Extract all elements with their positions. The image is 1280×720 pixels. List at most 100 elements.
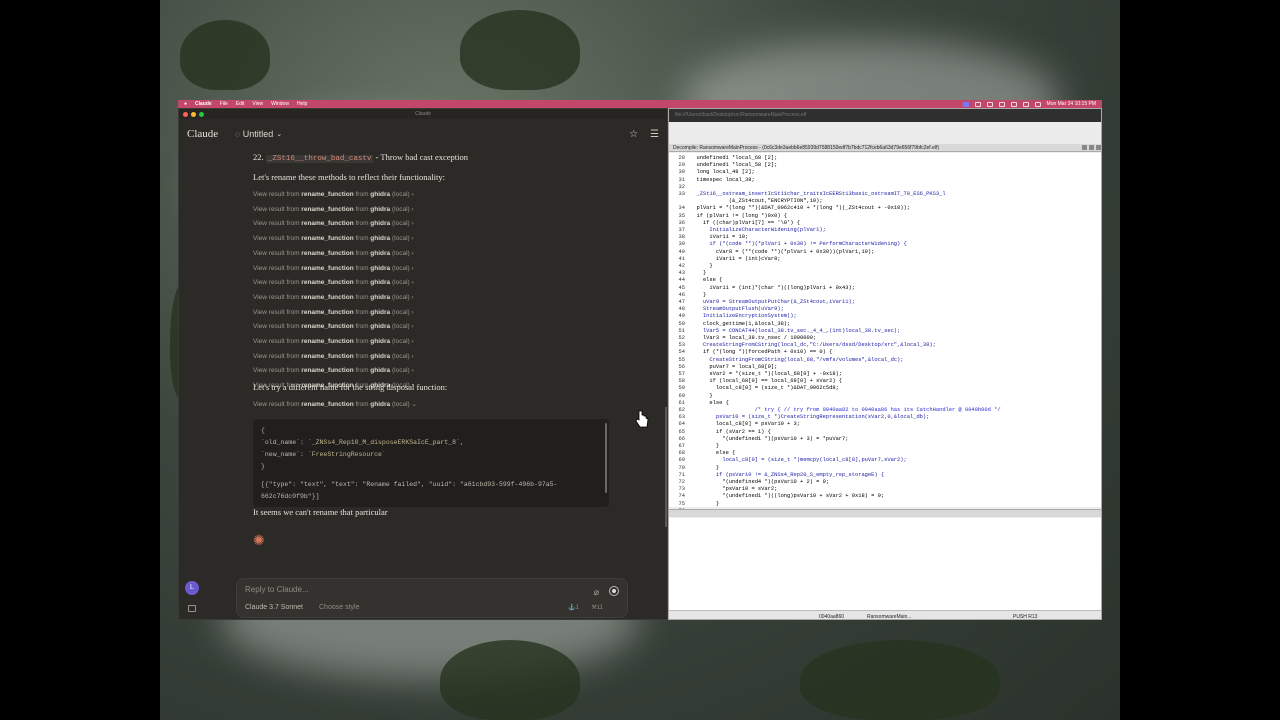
view-result-row[interactable]: View result from rename_function from gh… bbox=[253, 265, 414, 272]
code-line[interactable]: local_c8[0] = (size_t *)&DAT_0062c5d8; bbox=[690, 385, 839, 392]
tools-badge[interactable]: ⚒11 bbox=[591, 604, 603, 611]
settings-sliders-icon[interactable]: ☰ bbox=[650, 129, 659, 140]
code-line[interactable]: InitializeEncryptionSystem(); bbox=[690, 313, 797, 320]
menu-view[interactable]: View bbox=[252, 101, 263, 107]
code-line[interactable]: *(undefined4 *)(psVar10 + 2) = 0; bbox=[690, 479, 829, 486]
view-result-row[interactable]: View result from rename_function from gh… bbox=[253, 367, 414, 374]
paperclip-icon[interactable]: ⌀ bbox=[594, 587, 599, 598]
code-line[interactable]: uVar9 = StreamOutputPutChar(&_ZSt4cout,i… bbox=[690, 299, 855, 306]
view-result-row[interactable]: View result from rename_function from gh… bbox=[253, 309, 414, 316]
code-line[interactable]: else { bbox=[690, 277, 722, 284]
code-line[interactable]: long local_48 [2]; bbox=[690, 169, 754, 176]
code-line[interactable]: } bbox=[690, 393, 712, 400]
copy-icon[interactable] bbox=[1082, 145, 1087, 150]
sidebar-toggle-icon[interactable] bbox=[188, 605, 196, 612]
code-line[interactable]: puVar7 = local_68[0]; bbox=[690, 364, 777, 371]
code-line[interactable]: undefined1 *local_68 [2]; bbox=[690, 155, 777, 162]
code-line[interactable]: else { bbox=[690, 450, 735, 457]
view-result-row[interactable]: View result from rename_function from gh… bbox=[253, 338, 414, 345]
code-line[interactable]: if (local_68[0] == local_68[0] + sVar2) … bbox=[690, 378, 842, 385]
code-line[interactable]: StreamOutputFlush(uVar9); bbox=[690, 306, 784, 313]
menu-help[interactable]: Help bbox=[297, 101, 307, 107]
screen-record-icon[interactable] bbox=[962, 101, 969, 107]
code-line[interactable]: *psVar10 = sVar2; bbox=[690, 486, 777, 493]
avatar[interactable]: L bbox=[185, 581, 199, 595]
code-line[interactable]: local_c8[0] = psVar10 + 3; bbox=[690, 421, 800, 428]
code-line[interactable]: undefined1 *local_58 [2]; bbox=[690, 162, 777, 169]
code-line[interactable]: } bbox=[690, 263, 712, 270]
search-icon[interactable] bbox=[1022, 101, 1029, 107]
display-icon[interactable] bbox=[974, 101, 981, 107]
code-line[interactable]: local_c8[0] = (size_t *)memcpy(local_c8[… bbox=[690, 457, 906, 464]
view-result-row[interactable]: View result from rename_function from gh… bbox=[253, 353, 414, 360]
code-line[interactable]: *(undefined1 *)((long)psVar10 + sVar2 + … bbox=[690, 493, 884, 500]
conversation-title-button[interactable]: ◌ Untitled ⌄ bbox=[235, 129, 282, 139]
bluetooth-icon[interactable] bbox=[998, 101, 1005, 107]
close-panel-icon[interactable] bbox=[1096, 145, 1101, 150]
code-line[interactable]: iVar11 = (int)cVar8; bbox=[690, 256, 781, 263]
view-result-row[interactable]: View result from rename_function from gh… bbox=[253, 206, 414, 213]
view-result-row[interactable]: View result from rename_function from gh… bbox=[253, 220, 414, 227]
code-line[interactable]: if (*(long *)(forcedPath + 0x10) == 0) { bbox=[690, 349, 832, 356]
send-button[interactable] bbox=[609, 586, 619, 596]
code-line[interactable]: InitializeCharacterWidening(plVar1); bbox=[690, 227, 825, 234]
chat-scrollbar[interactable] bbox=[665, 407, 667, 527]
control-center-icon[interactable] bbox=[1034, 101, 1041, 107]
code-line[interactable]: lVar3 = local_38.tv_nsec / 1000000; bbox=[690, 335, 816, 342]
view-result-row[interactable]: View result from rename_function from gh… bbox=[253, 323, 414, 330]
code-line[interactable]: else { bbox=[690, 400, 728, 407]
code-line[interactable]: if (plVar1 != (long *)0x0) { bbox=[690, 213, 787, 220]
menu-clock[interactable]: Mon Mar 24 10:15 PM bbox=[1047, 101, 1096, 107]
refresh-icon[interactable] bbox=[1089, 145, 1094, 150]
style-selector[interactable]: Choose style bbox=[319, 604, 359, 611]
apple-menu-icon[interactable]: ● bbox=[184, 101, 187, 107]
code-line[interactable]: if (*(code **)(*plVar1 + 0x30) != Perfor… bbox=[690, 241, 906, 248]
menu-file[interactable]: File bbox=[220, 101, 228, 107]
code-line[interactable]: (&_ZSt4cout,"ENCRYPTION",10); bbox=[690, 198, 823, 205]
tool-count-badge[interactable]: ⚓1 bbox=[568, 604, 579, 611]
code-line[interactable]: } bbox=[690, 443, 719, 450]
decompiler-code-view[interactable]: 28 undefined1 *local_68 [2]; 29 undefined… bbox=[669, 153, 1101, 514]
code-line[interactable]: iVar11 = 10; bbox=[690, 234, 748, 241]
code-line[interactable]: } bbox=[690, 292, 706, 299]
claude-logo[interactable]: Claude bbox=[187, 128, 235, 140]
view-result-row[interactable]: View result from rename_function from gh… bbox=[253, 279, 414, 286]
code-line[interactable]: lVar5 = CONCAT44(local_38.tv_sec._4_4_,(… bbox=[690, 328, 900, 335]
reply-box[interactable]: Reply to Claude... ⌀ Claude 3.7 Sonnet C… bbox=[236, 578, 628, 618]
code-line[interactable]: plVar1 = *(long **)(&DAT_0062c410 + *(lo… bbox=[690, 205, 910, 212]
tool-call-code-block[interactable]: { `old_name`: `_ZNSs4_Rep10_M_disposeERK… bbox=[253, 419, 609, 507]
code-line[interactable]: timespec local_38; bbox=[690, 177, 754, 184]
code-line[interactable]: if (sVar2 == 1) { bbox=[690, 429, 771, 436]
menu-app[interactable]: Claude bbox=[195, 101, 212, 107]
reply-input[interactable]: Reply to Claude... bbox=[245, 585, 309, 594]
code-line[interactable]: if (psVar10 != &_ZNSs4_Rep20_S_empty_rep… bbox=[690, 472, 884, 479]
claude-titlebar: Claude bbox=[179, 109, 667, 119]
battery-icon[interactable] bbox=[986, 101, 993, 107]
wifi-icon[interactable] bbox=[1010, 101, 1017, 107]
view-result-row[interactable]: View result from rename_function from gh… bbox=[253, 235, 414, 242]
code-line[interactable]: iVar11 = (int)*(char *)((long)plVar1 + 0… bbox=[690, 285, 855, 292]
code-line[interactable]: CreateStringFromCString(local_68,"/vmfs/… bbox=[690, 357, 903, 364]
code-line[interactable]: CreateStringFromCString(local_dc,"C:/Use… bbox=[690, 342, 936, 349]
menu-window[interactable]: Window bbox=[271, 101, 289, 107]
code-line[interactable]: *(undefined1 *)(psVar10 + 3) = *puVar7; bbox=[690, 436, 848, 443]
code-line[interactable]: } bbox=[690, 465, 719, 472]
code-line[interactable]: if ((char)plVar1[7] == '\0') { bbox=[690, 220, 800, 227]
code-line[interactable]: /* try { // try from 0040aa82 to 0040aa8… bbox=[690, 407, 1001, 414]
view-result-row[interactable]: View result from rename_function from gh… bbox=[253, 294, 414, 301]
view-result-prefix: View result from bbox=[253, 308, 302, 316]
view-result-row[interactable]: View result from rename_function from gh… bbox=[253, 250, 414, 257]
model-selector[interactable]: Claude 3.7 Sonnet bbox=[245, 604, 303, 611]
view-result-row[interactable]: View result from rename_function from gh… bbox=[253, 191, 414, 198]
menu-edit[interactable]: Edit bbox=[236, 101, 245, 107]
star-icon[interactable]: ☆ bbox=[629, 129, 638, 140]
view-result-expanded[interactable]: View result from rename_function from gh… bbox=[253, 400, 417, 408]
code-line[interactable]: _ZSt16__ostream_insertIcSt11char_traitsI… bbox=[690, 191, 945, 198]
code-line[interactable]: cVar8 = (**(code **)(*plVar1 + 0x30))(pl… bbox=[690, 249, 875, 256]
code-line[interactable]: } bbox=[690, 501, 719, 508]
code-line[interactable]: psVar10 = (size_t *)CreateStringRepresen… bbox=[690, 414, 930, 421]
code-line[interactable]: } bbox=[690, 270, 706, 277]
code-scrollbar[interactable] bbox=[605, 423, 607, 493]
code-line[interactable]: sVar2 = *(size_t *)(local_68[0] + -0x18)… bbox=[690, 371, 842, 378]
code-line[interactable]: clock_gettime(1,&local_38); bbox=[690, 321, 790, 328]
